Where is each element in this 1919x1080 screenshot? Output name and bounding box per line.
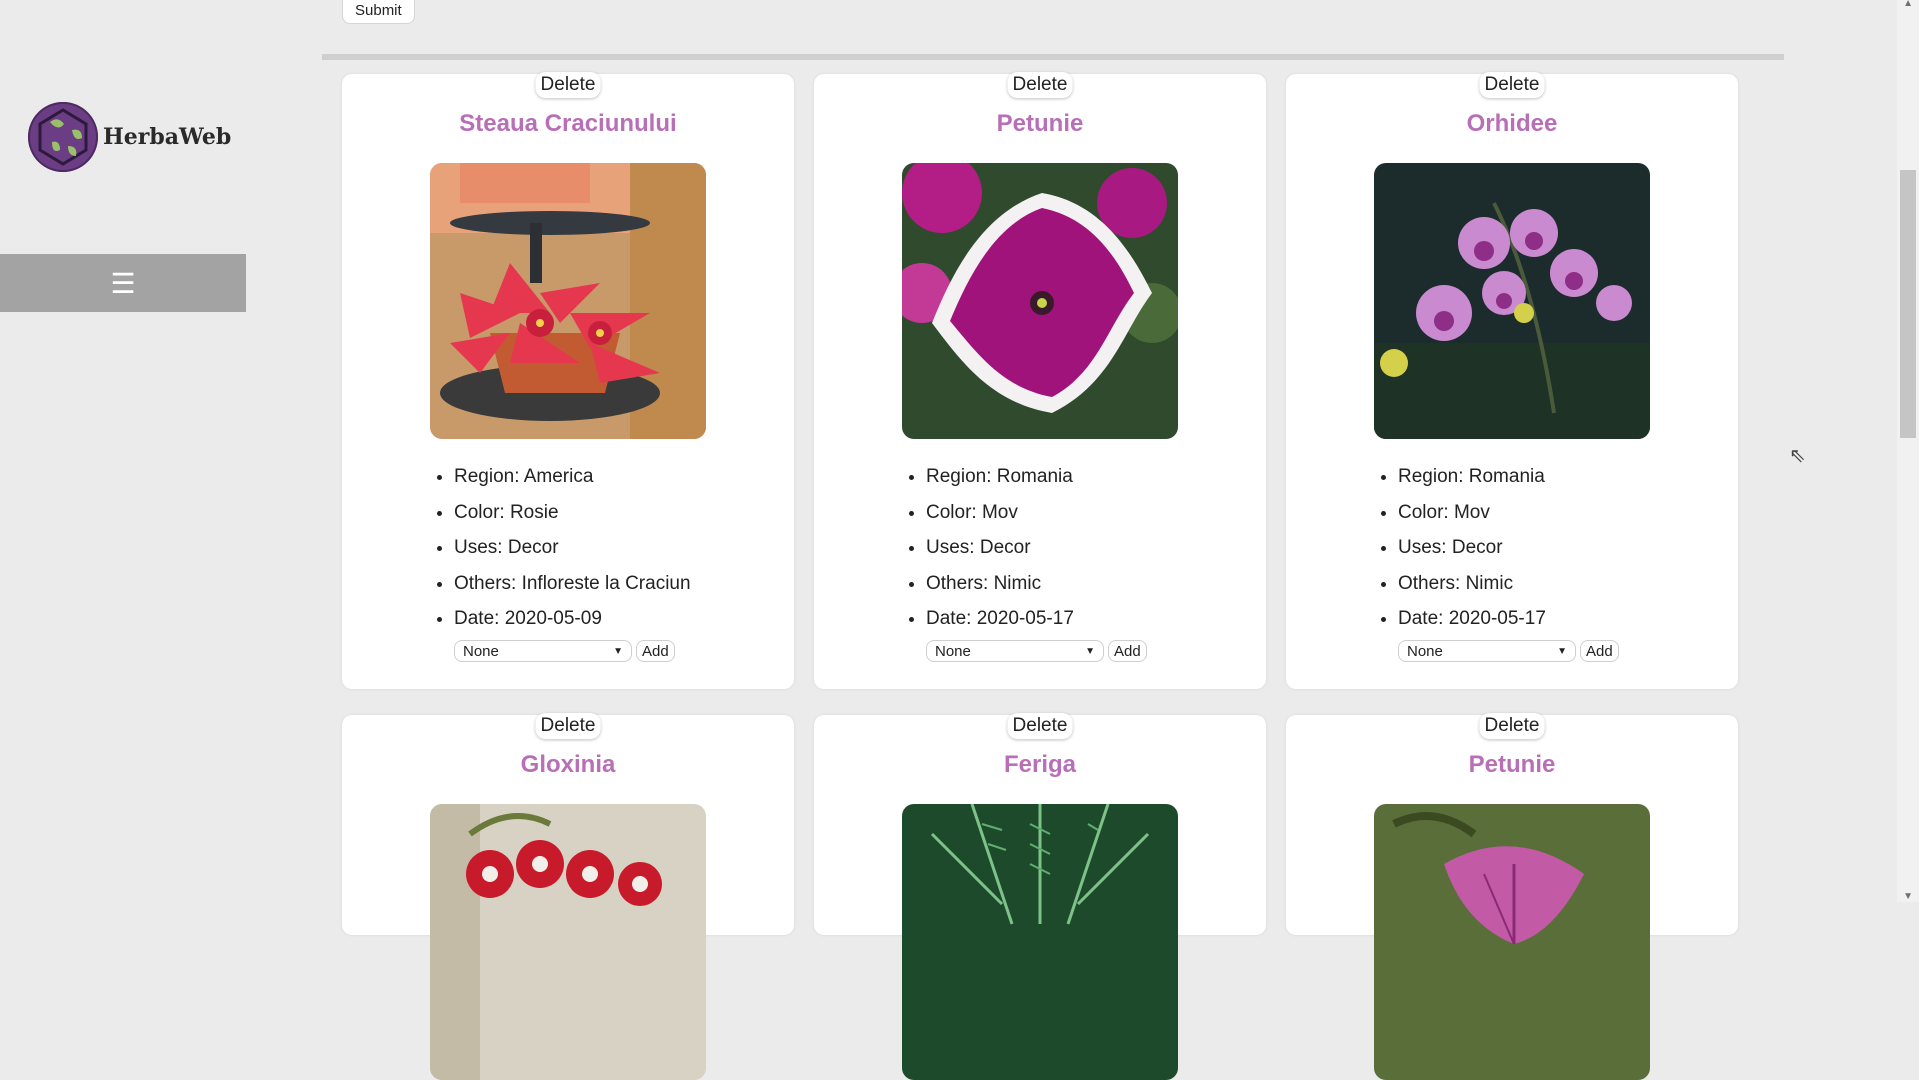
- detail-uses: Uses: Decor: [1398, 530, 1546, 566]
- divider: [322, 54, 1784, 60]
- dropdown-arrow-icon: ▼: [1557, 645, 1567, 657]
- detail-date: Date: 2020-05-17: [1398, 601, 1546, 637]
- brand-logo[interactable]: HerbaWeb: [28, 102, 231, 172]
- add-controls: None ▼ Add: [454, 640, 675, 662]
- delete-button[interactable]: Delete: [535, 72, 601, 98]
- scroll-down-arrow-icon[interactable]: ▼: [1903, 891, 1913, 902]
- collection-select[interactable]: None ▼: [1398, 640, 1576, 662]
- add-button[interactable]: Add: [636, 640, 675, 662]
- select-value: None: [463, 642, 499, 660]
- detail-color: Color: Mov: [1398, 495, 1546, 531]
- plant-image-fern: [902, 804, 1178, 1080]
- dropdown-arrow-icon: ▼: [613, 645, 623, 657]
- delete-button[interactable]: Delete: [1479, 72, 1545, 98]
- menu-toggle-button[interactable]: ☰: [0, 254, 246, 312]
- detail-region: Region: Romania: [1398, 459, 1546, 495]
- delete-button[interactable]: Delete: [1479, 713, 1545, 739]
- detail-uses: Uses: Decor: [926, 530, 1074, 566]
- detail-uses: Uses: Decor: [454, 530, 691, 566]
- plant-details: Region: Romania Color: Mov Uses: Decor O…: [1374, 459, 1546, 637]
- collection-select[interactable]: None ▼: [926, 640, 1104, 662]
- detail-color: Color: Rosie: [454, 495, 691, 531]
- brand-name: HerbaWeb: [103, 124, 232, 150]
- plant-details: Region: Romania Color: Mov Uses: Decor O…: [902, 459, 1074, 637]
- plant-title: Petunie: [1468, 751, 1556, 778]
- scroll-up-arrow-icon[interactable]: ▲: [1903, 0, 1913, 9]
- plant-card: Delete Petunie: [1286, 713, 1738, 1080]
- plant-details: Region: America Color: Rosie Uses: Decor…: [430, 459, 691, 637]
- leaf-logo-icon: [28, 102, 98, 172]
- plant-image-petunia-pink: [1374, 804, 1650, 1080]
- plant-image-petunia: [902, 163, 1178, 439]
- detail-others: Others: Nimic: [1398, 566, 1546, 602]
- detail-others: Others: Nimic: [926, 566, 1074, 602]
- submit-button[interactable]: Submit: [342, 0, 415, 24]
- plant-card: Delete Steaua Craciunului Region: Americ…: [342, 72, 794, 689]
- detail-date: Date: 2020-05-17: [926, 601, 1074, 637]
- collection-select[interactable]: None ▼: [454, 640, 632, 662]
- mouse-cursor-icon: ⇖: [1789, 445, 1806, 467]
- plant-title: Steaua Craciunului: [459, 110, 677, 137]
- add-controls: None ▼ Add: [1398, 640, 1619, 662]
- plant-title: Orhidee: [1466, 110, 1558, 137]
- delete-button[interactable]: Delete: [535, 713, 601, 739]
- select-value: None: [1407, 642, 1443, 660]
- add-button[interactable]: Add: [1108, 640, 1147, 662]
- plant-card: Delete Gloxinia: [342, 713, 794, 1080]
- detail-others: Others: Infloreste la Craciun: [454, 566, 691, 602]
- plant-title: Gloxinia: [520, 751, 616, 778]
- add-controls: None ▼ Add: [926, 640, 1147, 662]
- plant-image-poinsettia: [430, 163, 706, 439]
- plant-card: Delete Petunie Region: Romania Color: Mo…: [814, 72, 1266, 689]
- plant-image-gloxinia: [430, 804, 706, 1080]
- plant-card: Delete Feriga: [814, 713, 1266, 1080]
- detail-date: Date: 2020-05-09: [454, 601, 691, 637]
- scroll-thumb[interactable]: [1900, 170, 1916, 438]
- dropdown-arrow-icon: ▼: [1085, 645, 1095, 657]
- select-value: None: [935, 642, 971, 660]
- add-button[interactable]: Add: [1580, 640, 1619, 662]
- delete-button[interactable]: Delete: [1007, 72, 1073, 98]
- plant-image-orchid: [1374, 163, 1650, 439]
- delete-button[interactable]: Delete: [1007, 713, 1073, 739]
- vertical-scrollbar[interactable]: ▲ ▼: [1897, 0, 1919, 902]
- plant-title: Petunie: [996, 110, 1084, 137]
- hamburger-icon: ☰: [110, 267, 136, 299]
- detail-color: Color: Mov: [926, 495, 1074, 531]
- detail-region: Region: Romania: [926, 459, 1074, 495]
- plant-title: Feriga: [1003, 751, 1077, 778]
- detail-region: Region: America: [454, 459, 691, 495]
- plant-card: Delete Orhidee Region: Romania Color: Mo…: [1286, 72, 1738, 689]
